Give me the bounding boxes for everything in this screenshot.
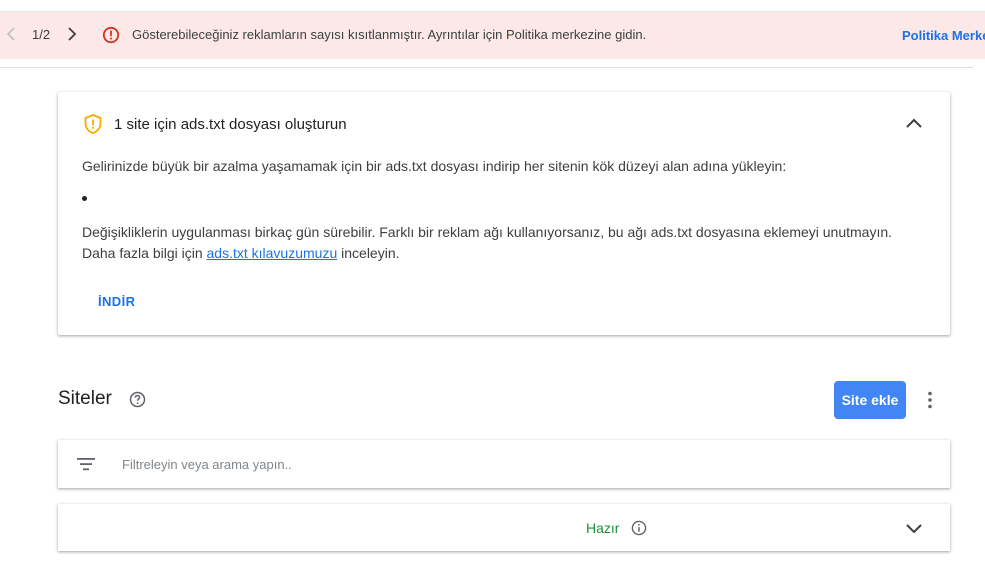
card-description: Gelirinizde büyük bir azalma yaşamamak i…	[82, 158, 787, 174]
banner-message: Gösterebileceğiniz reklamların sayısı kı…	[132, 27, 647, 42]
chevron-right-icon[interactable]	[64, 24, 80, 44]
card-title: 1 site için ads.txt dosyası oluşturun	[114, 116, 347, 133]
add-site-button[interactable]: Site ekle	[834, 381, 906, 419]
chevron-left-icon[interactable]	[4, 24, 18, 44]
status-label: Hazır	[586, 520, 620, 536]
card-note-line2: Daha fazla bilgi için ads.txt kılavuzumu…	[82, 243, 892, 264]
chevron-up-icon[interactable]	[902, 112, 926, 136]
note-suffix: inceleyin.	[341, 245, 400, 261]
ready-status-row[interactable]: Hazır	[58, 504, 950, 551]
shield-warning-icon	[82, 113, 104, 135]
filter-bar	[58, 440, 950, 488]
card-note: Değişikliklerin uygulanması birkaç gün s…	[82, 222, 892, 264]
ads-txt-card: 1 site için ads.txt dosyası oluşturun Ge…	[58, 92, 950, 335]
bullet-point	[82, 196, 87, 201]
pager-count: 1/2	[32, 27, 51, 42]
sites-heading: Siteler	[58, 388, 112, 409]
chevron-down-icon[interactable]	[902, 516, 926, 540]
help-circle-icon[interactable]	[129, 391, 146, 408]
filter-list-icon[interactable]	[76, 454, 96, 474]
policy-center-link[interactable]: Politika Merke	[902, 28, 985, 43]
card-note-line1: Değişikliklerin uygulanması birkaç gün s…	[82, 224, 893, 240]
policy-banner: 1/2 Gösterebileceğiniz reklamların sayıs…	[0, 11, 985, 59]
ads-txt-guide-link[interactable]: ads.txt kılavuzumuzu	[207, 245, 338, 261]
download-button[interactable]: İNDİR	[88, 285, 145, 317]
error-circle-icon	[102, 26, 120, 44]
more-vert-icon[interactable]	[918, 388, 942, 412]
filter-search-input[interactable]	[122, 452, 902, 476]
info-icon[interactable]	[631, 520, 647, 536]
divider	[0, 67, 973, 68]
note-prefix: Daha fazla bilgi için	[82, 245, 203, 261]
